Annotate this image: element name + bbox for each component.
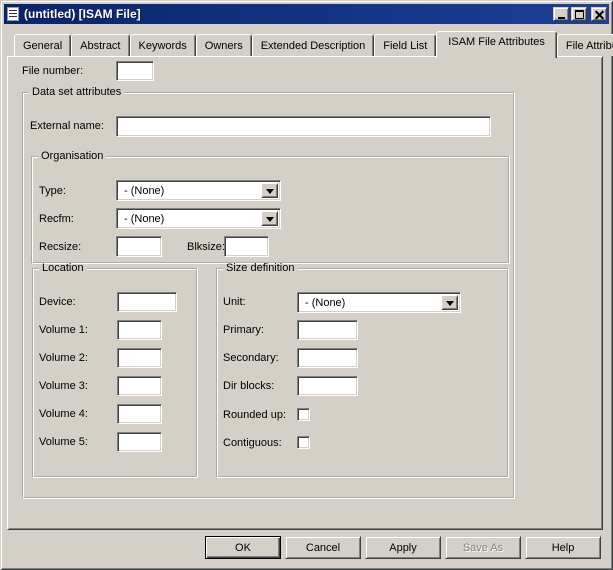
type-select-value: - (None) <box>124 185 260 198</box>
organisation-legend: Organisation <box>38 150 106 163</box>
ok-button[interactable]: OK <box>205 536 281 559</box>
external-name-input[interactable] <box>116 116 491 137</box>
volume-3-label: Volume 3: <box>39 380 88 393</box>
save-as-button[interactable]: Save As <box>445 536 521 559</box>
data-set-attributes-legend: Data set attributes <box>29 86 124 99</box>
dir-blocks-label: Dir blocks: <box>223 380 274 393</box>
tab-label: ISAM File Attributes <box>448 36 545 48</box>
secondary-input[interactable] <box>297 348 358 368</box>
device-input[interactable] <box>117 292 177 312</box>
secondary-label: Secondary: <box>223 352 279 365</box>
unit-select-arrow-button[interactable] <box>441 295 458 310</box>
cancel-button[interactable]: Cancel <box>285 536 361 559</box>
tab-extended-description[interactable]: Extended Description <box>252 34 375 56</box>
unit-select-value: - (None) <box>305 297 440 310</box>
window-controls <box>553 7 607 21</box>
unit-select[interactable]: - (None) <box>297 292 461 313</box>
chevron-down-icon <box>266 189 274 194</box>
size-definition-legend: Size definition <box>223 262 298 275</box>
recfm-select-arrow-button[interactable] <box>261 211 278 226</box>
primary-label: Primary: <box>223 324 264 337</box>
close-icon <box>595 10 604 19</box>
tab-page: File number: Data set attributes Externa… <box>7 56 603 530</box>
blksize-input[interactable] <box>224 236 269 257</box>
close-button[interactable] <box>591 7 607 21</box>
organisation-group: Organisation <box>31 150 510 264</box>
recfm-select[interactable]: - (None) <box>116 208 281 229</box>
help-button[interactable]: Help <box>525 536 601 559</box>
recfm-label: Recfm: <box>39 213 74 226</box>
contiguous-checkbox[interactable] <box>297 436 310 449</box>
external-name-label: External name: <box>30 120 104 133</box>
type-select-arrow-button[interactable] <box>261 183 278 198</box>
tab-general[interactable]: General <box>14 34 71 56</box>
volume-2-label: Volume 2: <box>39 352 88 365</box>
tab-keywords[interactable]: Keywords <box>130 34 196 56</box>
volume-5-input[interactable] <box>117 432 162 452</box>
minimize-button[interactable] <box>553 7 569 21</box>
chevron-down-icon <box>446 301 454 306</box>
device-label: Device: <box>39 296 76 309</box>
blksize-label: Blksize: <box>187 241 225 254</box>
document-icon[interactable] <box>7 7 19 21</box>
type-select[interactable]: - (None) <box>116 180 281 201</box>
tab-label: General <box>23 40 62 52</box>
tab-bar: General Abstract Keywords Owners Extende… <box>14 28 613 56</box>
tab-owners[interactable]: Owners <box>196 34 252 56</box>
contiguous-label: Contiguous: <box>223 437 282 450</box>
volume-4-label: Volume 4: <box>39 408 88 421</box>
file-number-label: File number: <box>22 65 83 78</box>
dialog-window: (untitled) [ISAM File] General Abstract … <box>0 0 613 570</box>
volume-3-input[interactable] <box>117 376 162 396</box>
volume-4-input[interactable] <box>117 404 162 424</box>
tab-abstract[interactable]: Abstract <box>71 34 129 56</box>
tab-label: Field List <box>383 40 427 52</box>
title-bar[interactable]: (untitled) [ISAM File] <box>4 4 609 24</box>
recfm-select-value: - (None) <box>124 213 260 226</box>
tab-field-list[interactable]: Field List <box>374 34 436 56</box>
window-title: (untitled) [ISAM File] <box>24 7 553 21</box>
tab-label: File Attributes <box>566 40 613 52</box>
tab-isam-file-attributes[interactable]: ISAM File Attributes <box>436 31 557 58</box>
file-number-input[interactable] <box>116 61 154 81</box>
rounded-up-label: Rounded up: <box>223 409 286 422</box>
volume-5-label: Volume 5: <box>39 436 88 449</box>
chevron-down-icon <box>266 217 274 222</box>
apply-button[interactable]: Apply <box>365 536 441 559</box>
recsize-label: Recsize: <box>39 241 81 254</box>
tab-file-attributes[interactable]: File Attributes <box>557 34 613 56</box>
volume-1-input[interactable] <box>117 320 162 340</box>
tab-label: Keywords <box>139 40 187 52</box>
tab-label: Owners <box>205 40 243 52</box>
primary-input[interactable] <box>297 320 358 340</box>
maximize-button[interactable] <box>571 7 587 21</box>
tab-label: Extended Description <box>261 40 366 52</box>
recsize-input[interactable] <box>116 236 162 257</box>
volume-2-input[interactable] <box>117 348 162 368</box>
type-label: Type: <box>39 185 66 198</box>
dir-blocks-input[interactable] <box>297 376 358 396</box>
location-legend: Location <box>39 262 87 275</box>
maximize-icon <box>575 10 584 19</box>
rounded-up-checkbox[interactable] <box>297 408 310 421</box>
minimize-icon <box>558 17 565 19</box>
tab-label: Abstract <box>80 40 120 52</box>
unit-label: Unit: <box>223 296 246 309</box>
volume-1-label: Volume 1: <box>39 324 88 337</box>
